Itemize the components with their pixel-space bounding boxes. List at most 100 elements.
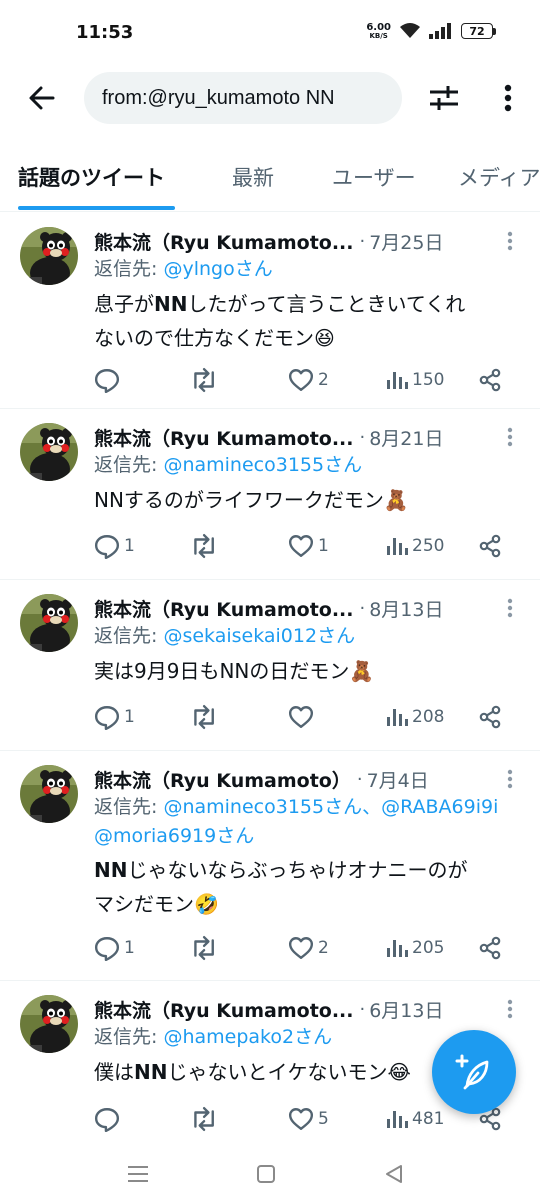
like-button[interactable]: 2 [288, 933, 329, 963]
home-square-icon [257, 1165, 275, 1183]
search-input[interactable]: from:@ryu_kumamoto NN [84, 72, 402, 124]
share-icon [479, 936, 501, 960]
tweet-menu-button[interactable] [498, 594, 522, 622]
more-options-button[interactable] [488, 78, 528, 118]
back-arrow-icon [29, 86, 55, 110]
tab-latest[interactable]: 最新 [232, 142, 274, 211]
like-button[interactable]: 1 [288, 531, 329, 561]
retweet-button[interactable] [190, 702, 220, 732]
retweet-button[interactable] [190, 531, 220, 561]
home-button[interactable] [246, 1154, 286, 1194]
reply-handles[interactable]: @sekaisekai012さん [163, 625, 355, 647]
reply-button[interactable]: 1 [94, 702, 135, 732]
like-button[interactable]: 5 [288, 1104, 329, 1134]
tweet-date[interactable]: 8月13日 [369, 595, 443, 622]
avatar[interactable] [20, 227, 78, 285]
like-button[interactable]: 2 [288, 365, 329, 395]
author-name[interactable]: 熊本流（Ryu Kumamoto... [94, 996, 353, 1023]
avatar[interactable] [20, 594, 78, 652]
tab-media[interactable]: メディア [458, 142, 540, 211]
search-query: from:@ryu_kumamoto NN [102, 86, 335, 109]
author-name[interactable]: 熊本流（Ryu Kumamoto） [94, 766, 351, 793]
share-icon [479, 368, 501, 392]
views-icon [387, 940, 408, 957]
reply-count: 1 [124, 938, 135, 958]
tweet-feed: 熊本流（Ryu Kumamoto... · 7月25日 返信先: @ylngoさ… [0, 213, 540, 1151]
compose-button[interactable] [432, 1030, 516, 1114]
retweet-button[interactable] [190, 365, 220, 395]
filter-icon [430, 86, 458, 110]
status-bar: 11:53 6.00 KB/S 72 [0, 0, 540, 62]
avatar[interactable] [20, 765, 78, 823]
reply-handles[interactable]: @ylngoさん [163, 258, 272, 280]
retweet-icon [194, 367, 214, 393]
tab-top[interactable]: 話題のツイート [18, 142, 165, 211]
views-icon [387, 372, 408, 389]
recents-button[interactable] [118, 1154, 158, 1194]
tweet-date[interactable]: 8月21日 [369, 424, 443, 451]
reply-handles[interactable]: @namineco3155さん [163, 454, 362, 476]
tweet-menu-button[interactable] [498, 765, 522, 793]
tweet-header: 熊本流（Ryu Kumamoto... · 7月25日 [94, 227, 494, 255]
retweet-button[interactable] [190, 1104, 220, 1134]
reply-icon [94, 706, 120, 730]
network-speed-unit: KB/S [369, 31, 388, 40]
author-name[interactable]: 熊本流（Ryu Kumamoto... [94, 424, 353, 451]
reply-button[interactable] [94, 1104, 124, 1134]
reply-prefix: 返信先: [94, 625, 164, 647]
share-icon [479, 705, 501, 729]
back-button[interactable] [22, 78, 62, 118]
avatar[interactable] [20, 995, 78, 1053]
reply-button[interactable] [94, 365, 124, 395]
battery-icon: 72 [461, 23, 496, 39]
tweet-date[interactable]: 7月25日 [369, 228, 443, 255]
retweet-icon [194, 704, 214, 730]
share-button[interactable] [478, 702, 502, 732]
author-name[interactable]: 熊本流（Ryu Kumamoto... [94, 595, 353, 622]
tweet-menu-button[interactable] [498, 423, 522, 451]
tweet[interactable]: 熊本流（Ryu Kumamoto... · 8月21日 返信先: @namine… [0, 409, 540, 580]
reply-handles[interactable]: @moria6919さん [94, 825, 254, 847]
tweet[interactable]: 熊本流（Ryu Kumamoto... · 8月13日 返信先: @sekais… [0, 580, 540, 751]
tweet-date[interactable]: 7月4日 [367, 766, 429, 793]
back-nav-button[interactable] [374, 1154, 414, 1194]
reply-handles[interactable]: @hamepako2さん [163, 1026, 332, 1048]
filter-button[interactable] [424, 78, 464, 118]
status-time: 11:53 [76, 22, 134, 43]
views-button[interactable]: 208 [384, 702, 444, 732]
share-button[interactable] [478, 531, 502, 561]
tweet-menu-button[interactable] [498, 227, 522, 255]
more-vertical-icon [507, 427, 513, 447]
reply-handles[interactable]: @namineco3155さん、@RABA69i9i [163, 796, 498, 818]
views-button[interactable]: 250 [384, 531, 444, 561]
tab-people[interactable]: ユーザー [332, 142, 416, 211]
share-button[interactable] [478, 933, 502, 963]
reply-button[interactable]: 1 [94, 933, 135, 963]
avatar[interactable] [20, 423, 78, 481]
like-count: 2 [318, 370, 329, 390]
tweet[interactable]: 熊本流（Ryu Kumamoto... · 7月25日 返信先: @ylngoさ… [0, 213, 540, 409]
tweet[interactable]: 熊本流（Ryu Kumamoto） · 7月4日 返信先: @namineco3… [0, 751, 540, 981]
retweet-button[interactable] [190, 933, 220, 963]
tweet-actions: 5 481 [94, 1104, 514, 1134]
tweet-actions: 1 2 205 [94, 933, 514, 963]
share-button[interactable] [478, 365, 502, 395]
retweet-icon [194, 533, 214, 559]
views-button[interactable]: 205 [384, 933, 444, 963]
views-button[interactable]: 150 [384, 365, 444, 395]
tweet-date[interactable]: 6月13日 [369, 996, 443, 1023]
menu-icon [128, 1166, 148, 1182]
like-icon [288, 535, 314, 557]
reply-prefix: 返信先: [94, 454, 164, 476]
view-count: 150 [412, 370, 445, 390]
like-icon [288, 706, 314, 728]
tweet-header: 熊本流（Ryu Kumamoto... · 8月21日 [94, 423, 494, 451]
tweet-menu-button[interactable] [498, 995, 522, 1023]
views-button[interactable]: 481 [384, 1104, 444, 1134]
tweet-text: 息子がNNしたがって言うこときいてくれ ないので仕方なくだモン😆 [94, 292, 466, 350]
status-icons: 6.00 KB/S 72 [366, 22, 496, 40]
reply-icon [94, 369, 120, 393]
reply-button[interactable]: 1 [94, 531, 135, 561]
author-name[interactable]: 熊本流（Ryu Kumamoto... [94, 228, 353, 255]
like-button[interactable] [288, 702, 318, 732]
